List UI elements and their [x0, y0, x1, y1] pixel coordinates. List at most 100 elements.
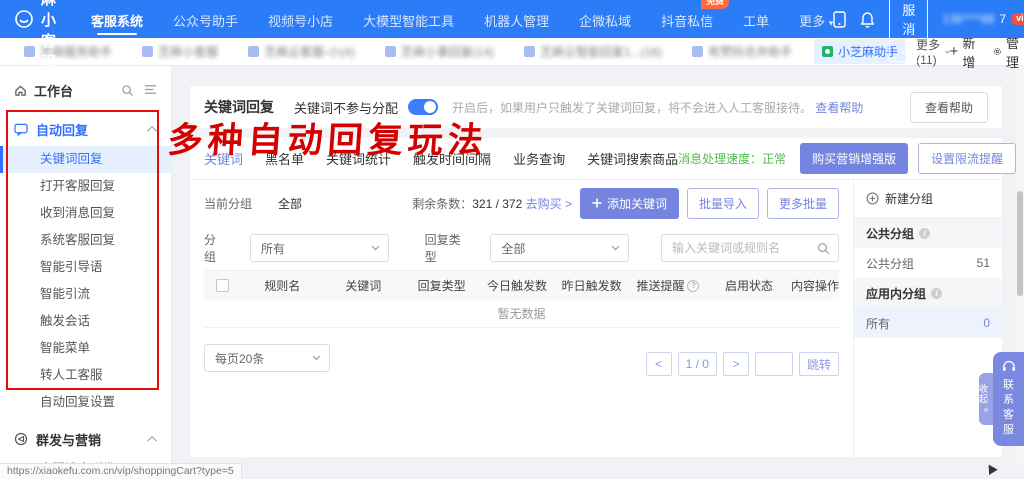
reply-type-label: 回复类型 — [425, 231, 469, 265]
table-header-row: 规则名 关键词 回复类型 今日触发数 昨日触发数 推送提醒 ? 启用状态 内容操… — [204, 270, 839, 300]
plus-icon — [592, 198, 602, 208]
search-icon[interactable] — [817, 242, 830, 255]
chevron-down-icon — [312, 355, 321, 361]
nav-item-work-order[interactable]: 工单 — [743, 2, 769, 37]
nav-item-douyin-dm[interactable]: 抖音私信 免费 — [661, 2, 713, 37]
app-tab-2[interactable]: 芝麻小客服 — [134, 39, 226, 64]
help-link[interactable]: 查看帮助 — [815, 101, 863, 115]
group-filter-select[interactable]: 所有 — [250, 234, 389, 262]
current-group-row: 当前分组 全部 剩余条数：321 / 372 去购买 > 添加关键词 批 — [204, 180, 839, 226]
headset-icon — [1002, 360, 1016, 373]
content-tabs: 关键词 黑名单 关键词统计 触发时间间隔 业务查询 关键词搜索商品 — [204, 149, 678, 168]
tab-keyword-search-goods[interactable]: 关键词搜索商品 — [587, 149, 678, 168]
status-url-text: https://xiaokefu.com.cn/vip/shoppingCart… — [0, 463, 242, 479]
nav-item-more[interactable]: 更多 ▾ — [799, 2, 833, 37]
sidebar-item-auto-reply-settings[interactable]: 自动回复设置 — [0, 389, 171, 416]
home-icon — [14, 84, 27, 97]
user-name-blurred: 136****88 — [942, 12, 994, 26]
search-icon[interactable] — [121, 84, 134, 97]
sidebar-item-trigger-session[interactable]: 触发会话 — [0, 308, 171, 335]
col-push-alert: 推送提醒 ? — [629, 277, 707, 294]
nav-item-official-account[interactable]: 公众号助手 — [173, 2, 238, 37]
nav-item-llm-tools[interactable]: 大模型智能工具 — [363, 2, 454, 37]
tab-blacklist[interactable]: 黑名单 — [265, 149, 304, 168]
nav-item-cs-system[interactable]: 客服系统 — [91, 2, 143, 37]
mobile-icon[interactable] — [833, 11, 846, 28]
info-icon[interactable]: i — [931, 288, 942, 299]
question-circle-icon[interactable]: ? — [687, 280, 699, 292]
app-tab-5[interactable]: 芝麻云智能回复1...(18) — [516, 39, 670, 64]
group-row-all[interactable]: 所有 0 — [854, 308, 1002, 338]
user-menu[interactable]: 136****88 7 vip 2 — [942, 12, 1024, 26]
page-jump-button[interactable]: 跳转 — [799, 352, 839, 376]
page-size-select[interactable]: 每页20条 — [204, 344, 330, 372]
main-nav: 客服系统 公众号助手 视频号小店 大模型智能工具 机器人管理 企微私域 抖音私信… — [91, 2, 833, 37]
sidebar-group-marketing[interactable]: 群发与营销 — [0, 422, 171, 456]
prev-page-button[interactable]: < — [646, 352, 672, 376]
app-tab-3[interactable]: 芝麻云客服-小(4) — [240, 39, 363, 64]
toggle-label: 关键词不参与分配 — [294, 98, 398, 117]
collapse-contact-button[interactable]: 收起 » — [979, 373, 993, 425]
next-page-button[interactable]: > — [723, 352, 749, 376]
new-group-button[interactable]: 新建分组 — [854, 180, 1002, 218]
brand-logo[interactable]: 芝麻小客服 — [14, 0, 57, 72]
scrollbar-thumb[interactable] — [1017, 191, 1023, 296]
page-indicator: 1 / 0 — [678, 352, 717, 376]
sidebar-item-to-human-agent[interactable]: 转人工客服 — [0, 362, 171, 389]
batch-import-button[interactable]: 批量导入 — [687, 188, 759, 219]
nav-item-channels-shop[interactable]: 视频号小店 — [268, 2, 333, 37]
nav-item-robot-mgmt[interactable]: 机器人管理 — [484, 2, 549, 37]
sidebar-item-smart-diversion[interactable]: 智能引流 — [0, 281, 171, 308]
page-jump-input[interactable] — [755, 352, 793, 376]
set-rate-limit-alert-button[interactable]: 设置限流提醒 — [918, 143, 1016, 174]
col-enable-status: 启用状态 — [707, 277, 791, 294]
tab-keyword-stats[interactable]: 关键词统计 — [326, 149, 391, 168]
tab-keyword[interactable]: 关键词 — [204, 149, 243, 168]
sidebar-item-smart-menu[interactable]: 智能菜单 — [0, 335, 171, 362]
keyword-search-box[interactable] — [661, 234, 839, 262]
view-help-button[interactable]: 查看帮助 — [910, 92, 988, 123]
megaphone-icon — [14, 432, 28, 446]
app-tab-4[interactable]: 芝麻小事回复(14) — [377, 39, 502, 64]
more-batch-button[interactable]: 更多批量 — [767, 188, 839, 219]
main-content: 关键词回复 关键词不参与分配 开启后，如果用户只触发了关键词回复，将不会进入人工… — [172, 66, 1024, 463]
tab-business-query[interactable]: 业务查询 — [513, 149, 565, 168]
sidebar-item-keyword-reply[interactable]: 关键词回复 — [0, 146, 171, 173]
nav-item-wecom[interactable]: 企微私域 — [579, 2, 631, 37]
col-content-actions: 内容操作 — [791, 277, 839, 294]
app-icon — [142, 46, 153, 57]
current-group-value[interactable]: 全部 — [278, 195, 302, 212]
app-icon — [248, 46, 259, 57]
info-icon[interactable]: i — [919, 228, 930, 239]
add-keyword-button[interactable]: 添加关键词 — [580, 188, 679, 219]
cursor-pointer-mark — [984, 462, 997, 475]
sidebar-item-open-cs-reply[interactable]: 打开客服回复 — [0, 173, 171, 200]
user-name-tail: 7 — [999, 12, 1006, 26]
content-tabs-row: 关键词 黑名单 关键词统计 触发时间间隔 业务查询 关键词搜索商品 消息处理速度… — [190, 138, 1002, 180]
sidebar-item-smart-guide[interactable]: 智能引导语 — [0, 254, 171, 281]
select-all-checkbox[interactable] — [216, 279, 229, 292]
app-frame: 芝麻小客服 客服系统 公众号助手 视频号小店 大模型智能工具 机器人管理 企微私… — [0, 0, 1024, 479]
buy-more-link[interactable]: 去购买 > — [526, 197, 572, 211]
status-actions: 消息处理速度：正常 购买营销增强版 设置限流提醒 — [678, 143, 1016, 174]
keyword-search-input[interactable] — [672, 241, 817, 255]
buy-marketing-enhance-button[interactable]: 购买营销增强版 — [800, 143, 908, 174]
sidebar-group-auto-reply[interactable]: 自动回复 — [0, 112, 171, 146]
group-row-public[interactable]: 公共分组 51 — [854, 248, 1002, 278]
contact-support-button[interactable]: 联系客服 — [993, 352, 1024, 446]
reply-type-select[interactable]: 全部 — [490, 234, 629, 262]
keyword-distribute-toggle[interactable] — [408, 99, 438, 115]
top-navbar: 芝麻小客服 客服系统 公众号助手 视频号小店 大模型智能工具 机器人管理 企微私… — [0, 0, 1024, 38]
sidebar-item-system-cs-reply[interactable]: 系统客服回复 — [0, 227, 171, 254]
app-tab-6[interactable]: 有赞码合并助手 — [684, 39, 800, 64]
collapse-menu-icon[interactable] — [144, 84, 157, 95]
cs-message-button[interactable]: 客服消息 — [889, 0, 928, 62]
sidebar-item-workbench[interactable]: 工作台 — [0, 74, 171, 106]
bell-icon[interactable] — [860, 11, 875, 28]
brand-name: 芝麻小客服 — [41, 0, 57, 72]
tab-trigger-interval[interactable]: 触发时间间隔 — [413, 149, 491, 168]
sidebar-item-received-msg-reply[interactable]: 收到消息回复 — [0, 200, 171, 227]
chevron-up-icon — [147, 125, 157, 135]
chevron-up-icon — [147, 435, 157, 445]
app-icon — [822, 46, 833, 57]
